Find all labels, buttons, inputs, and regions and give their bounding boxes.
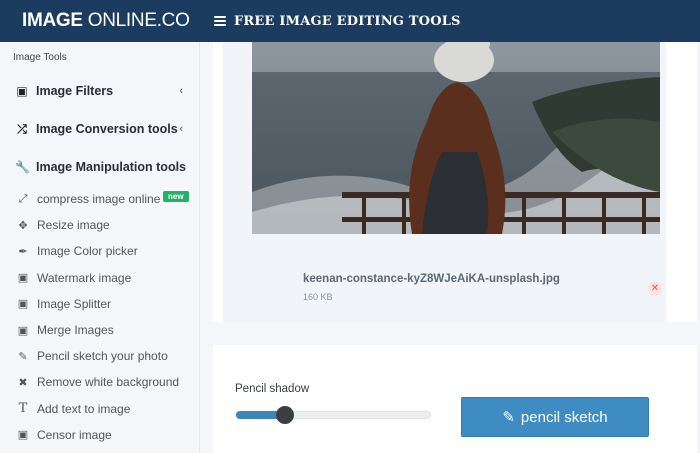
sidebar-item-label: Resize image (37, 218, 110, 233)
pencil-shadow-slider[interactable] (235, 406, 431, 424)
chevron-left-icon: ‹ (179, 123, 183, 135)
edit-icon: ✎ (18, 350, 28, 363)
sidebar: Image Tools ▣ Image Filters ‹ ⤮ Image Co… (0, 42, 200, 453)
section-label: Image Conversion tools (36, 122, 178, 136)
edit-icon: ✎ (502, 409, 515, 426)
text-icon: T (18, 401, 28, 417)
brand-bold: IMAGE (22, 10, 83, 31)
sidebar-item-splitter[interactable]: ▣ Image Splitter (0, 291, 199, 317)
uploaded-image-preview (252, 42, 660, 234)
sidebar-item-label: compress image online (37, 192, 161, 207)
pencil-sketch-button[interactable]: ✎ pencil sketch (461, 397, 649, 437)
sidebar-section-image-manipulation[interactable]: 🔧 Image Manipulation tools ⌄ (0, 148, 199, 186)
sidebar-section-image-conversion[interactable]: ⤮ Image Conversion tools ‹ (0, 110, 199, 148)
header-title: FREE IMAGE EDITING TOOLS (234, 13, 461, 29)
image-icon: ▣ (17, 429, 29, 442)
sidebar-item-censor[interactable]: ▣ Censor image (0, 422, 199, 448)
main-content: keenan-constance-kyZ8WJeAiKA-unsplash.jp… (200, 42, 700, 453)
sidebar-item-compress[interactable]: ⤢ compress image online new (0, 186, 199, 212)
eyedropper-icon: ✒ (18, 245, 28, 258)
new-badge: new (163, 191, 189, 202)
sidebar-item-color-picker[interactable]: ✒ Image Color picker (0, 238, 199, 264)
top-navbar: IMAGE ONLINE.CO FREE IMAGE EDITING TOOLS (0, 0, 700, 42)
compress-icon: ⤢ (18, 192, 28, 205)
chevron-down-icon: ⌄ (172, 161, 182, 174)
controls-card: Pencil shadow ✎ pencil sketch (213, 345, 697, 453)
sidebar-item-label: Remove white background (37, 375, 180, 390)
upload-card: keenan-constance-kyZ8WJeAiKA-unsplash.jp… (213, 42, 697, 322)
brand-light: ONLINE.CO (82, 10, 190, 31)
sidebar-item-label: Image Splitter (37, 296, 112, 311)
sidebar-item-label: Pencil sketch your photo (37, 349, 168, 364)
hamburger-icon[interactable] (214, 16, 226, 26)
sidebar-item-watermark[interactable]: ▣ Watermark image (0, 265, 199, 291)
sidebar-item-label: Censor image (37, 427, 112, 442)
sidebar-item-label: Add text to image (37, 401, 131, 416)
wrench-icon: 🔧 (15, 160, 30, 174)
sidebar-item-remove-background[interactable]: ✖ Remove white background (0, 369, 199, 395)
sidebar-item-merge[interactable]: ▣ Merge Images (0, 317, 199, 343)
image-icon: ▣ (17, 298, 29, 311)
sidebar-section-image-filters[interactable]: ▣ Image Filters ‹ (0, 72, 199, 110)
uploaded-filename: keenan-constance-kyZ8WJeAiKA-unsplash.jp… (303, 273, 560, 285)
pencil-sketch-label: pencil sketch (520, 408, 608, 426)
section-label: Image Manipulation tools (36, 160, 187, 174)
uploaded-filesize: 160 KB (303, 292, 333, 302)
sidebar-item-label: Merge Images (37, 323, 114, 338)
image-icon: ▣ (17, 324, 29, 337)
sidebar-item-pencil-sketch[interactable]: ✎ Pencil sketch your photo (0, 343, 199, 369)
arrows-icon: ✥ (18, 219, 28, 232)
chevron-left-icon: ‹ (179, 85, 183, 97)
slider-thumb[interactable] (275, 406, 294, 424)
uploaded-file-panel: keenan-constance-kyZ8WJeAiKA-unsplash.jp… (223, 42, 666, 322)
pencil-shadow-label: Pencil shadow (235, 383, 310, 395)
sidebar-item-label: Image Color picker (37, 244, 138, 259)
sidebar-item-resize[interactable]: ✥ Resize image (0, 212, 199, 238)
photo-illustration (252, 42, 660, 234)
image-icon: ▣ (17, 272, 29, 285)
section-label: Image Filters (36, 84, 114, 98)
site-logo[interactable]: IMAGE ONLINE.CO (0, 10, 200, 32)
shuffle-icon: ⤮ (17, 121, 27, 136)
sidebar-item-label: Watermark image (37, 270, 132, 285)
sidebar-heading: Image Tools (13, 52, 67, 63)
sidebar-item-add-text[interactable]: T Add text to image (0, 396, 199, 422)
remove-file-button[interactable]: ✕ (648, 282, 662, 296)
image-icon: ▣ (16, 84, 28, 98)
close-icon: ✖ (18, 376, 28, 389)
